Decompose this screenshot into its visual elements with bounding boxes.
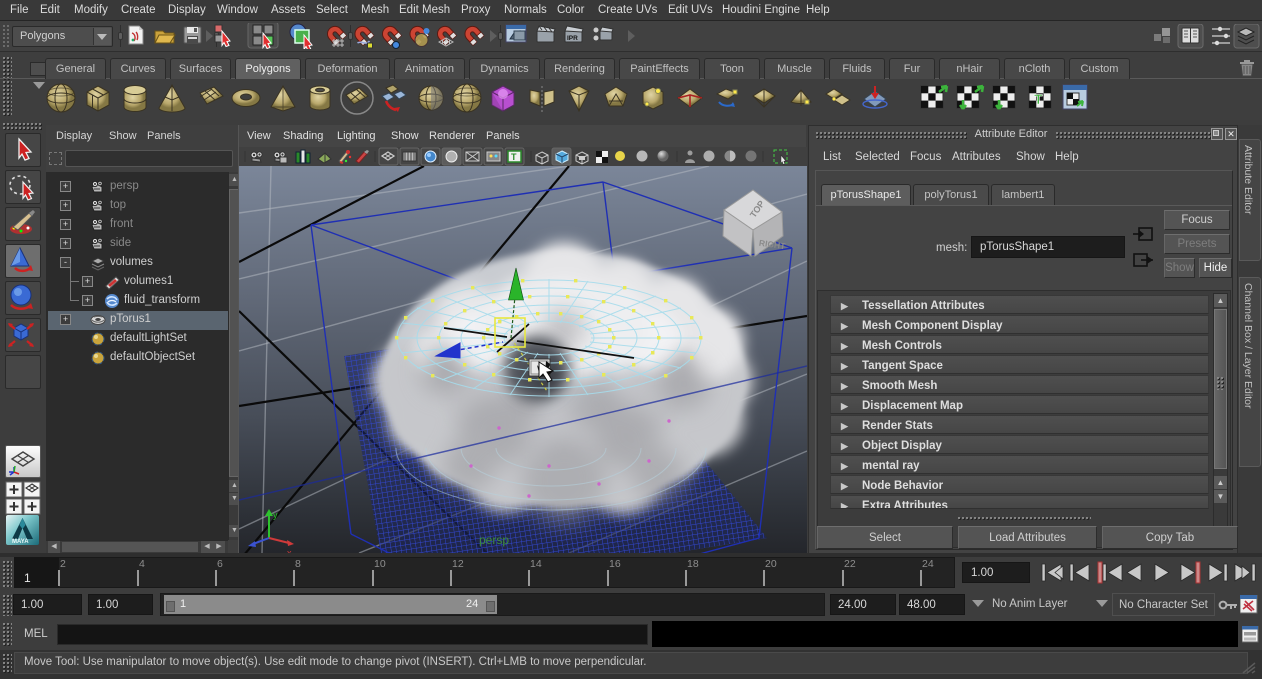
svg-text:T: T (511, 152, 517, 162)
svg-text:IPR: IPR (567, 35, 578, 42)
svg-text:y: y (273, 510, 278, 520)
svg-text:MAYA: MAYA (12, 539, 29, 545)
svg-text:persp: persp (479, 533, 509, 547)
svg-text:T: T (1034, 91, 1043, 107)
